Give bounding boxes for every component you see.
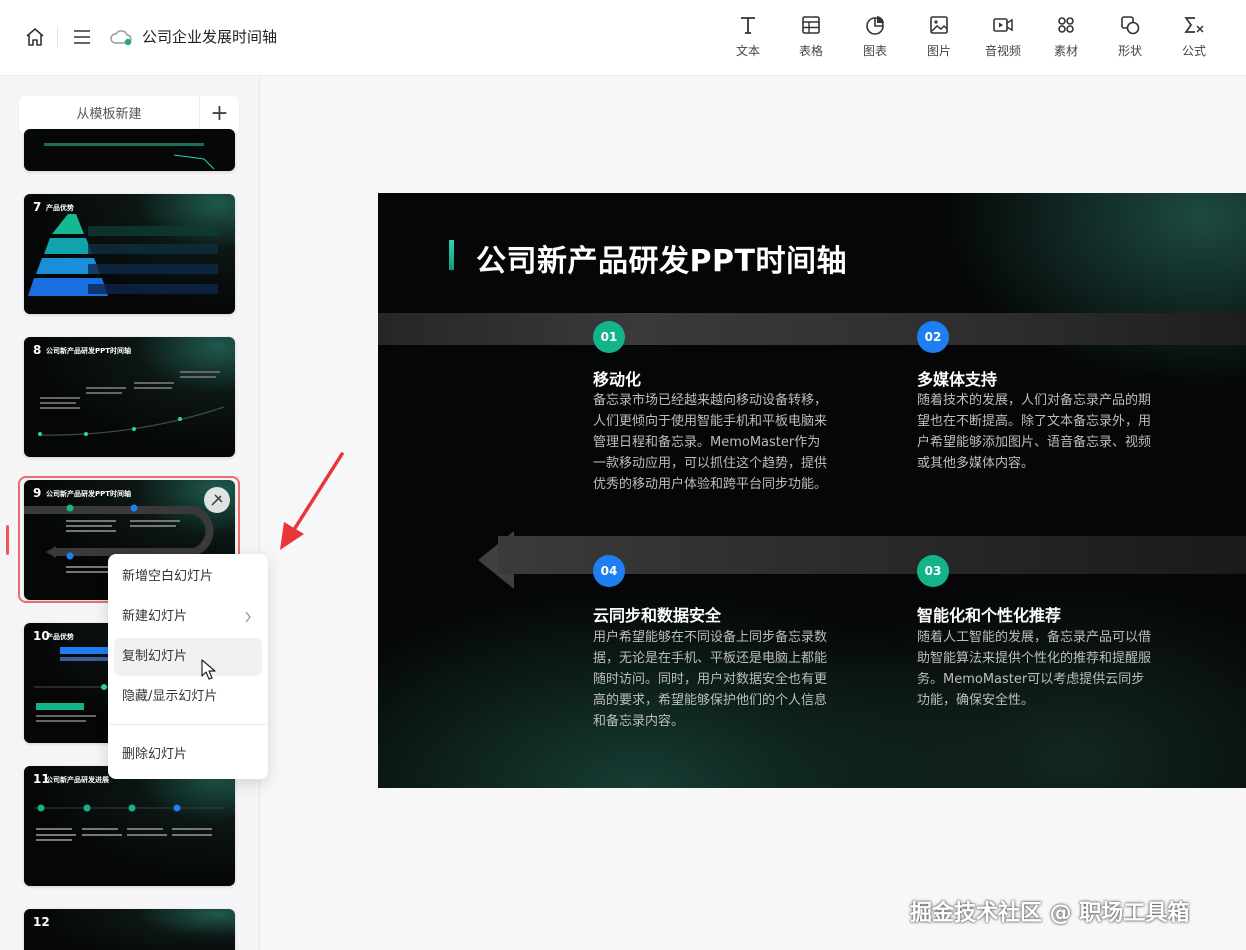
step-heading[interactable]: 移动化: [593, 366, 641, 390]
table-icon: [802, 16, 820, 34]
slide-pin-button[interactable]: [204, 487, 230, 513]
video-icon: [993, 18, 1013, 32]
step-text[interactable]: 用户希望能够在不同设备上同步备忘录数据，无论是在手机、平板还是电脑上都能随时访问…: [593, 627, 833, 732]
menu-divider: [108, 724, 268, 725]
image-icon: [930, 16, 948, 34]
step-badge: 02: [917, 321, 949, 353]
text-icon: [741, 17, 755, 34]
tool-label: 图表: [862, 44, 887, 58]
tool-label: 公式: [1181, 44, 1206, 58]
chart-icon: [866, 16, 884, 35]
timeline-graphic: [34, 804, 224, 841]
timeline-band-top: [378, 313, 1246, 345]
insert-image-button[interactable]: 图片: [915, 14, 963, 59]
slide-thumbnail[interactable]: 7 产品优势: [24, 194, 235, 314]
insert-media-button[interactable]: 音视频: [979, 14, 1027, 59]
step-text[interactable]: 随着人工智能的发展，备忘录产品可以借助智能算法来提供个性化的推荐和提醒服务。Me…: [917, 627, 1157, 711]
formula-icon: [1184, 17, 1204, 33]
slide-context-menu: 新增空白幻灯片 新建幻灯片 复制幻灯片 隐藏/显示幻灯片 删除幻灯片: [108, 554, 268, 779]
menu-item-new-slide[interactable]: 新建幻灯片: [114, 598, 262, 636]
tool-label: 表格: [798, 44, 823, 58]
step-heading[interactable]: 智能化和个性化推荐: [917, 602, 1061, 626]
step-badge: 03: [917, 555, 949, 587]
step-heading[interactable]: 多媒体支持: [917, 366, 997, 390]
slide-thumbnail[interactable]: 12: [24, 909, 235, 950]
slide-number: 12: [33, 915, 50, 929]
step-heading[interactable]: 云同步和数据安全: [593, 602, 721, 626]
tool-label: 文本: [735, 44, 760, 58]
tool-label: 形状: [1117, 44, 1142, 58]
material-icon: [1058, 17, 1074, 33]
step-badge: 01: [593, 321, 625, 353]
thumbnail-graphic: [44, 143, 215, 170]
insert-shape-button[interactable]: 形状: [1106, 14, 1154, 59]
menu-icon[interactable]: [71, 26, 93, 48]
menu-item-label: 新建幻灯片: [122, 609, 188, 624]
document-title[interactable]: 公司企业发展时间轴: [142, 26, 277, 47]
top-toolbar: 公司企业发展时间轴 文本 表格 图表 图片 音视频 素材 形状 公式: [0, 0, 1246, 76]
annotation-arrow: [280, 452, 344, 550]
cloud-saved-icon: [110, 30, 132, 46]
watermark: 掘金技术社区 @ 职场工具箱: [910, 901, 1190, 926]
insert-text-button[interactable]: 文本: [724, 14, 772, 59]
insert-table-button[interactable]: 表格: [787, 14, 835, 59]
pin-icon: [211, 494, 223, 506]
menu-item-duplicate-slide[interactable]: 复制幻灯片: [114, 638, 262, 676]
slide-thumbnail[interactable]: 8 公司新产品研发PPT时间轴: [24, 337, 235, 457]
title-accent-bar: [449, 240, 454, 270]
shape-icon: [1121, 16, 1140, 35]
chevron-right-icon: [245, 611, 251, 623]
home-icon[interactable]: [24, 26, 46, 48]
toolbar-divider: [57, 27, 58, 47]
slide-thumbnail[interactable]: 11 公司新产品研发进展: [24, 766, 235, 886]
pyramid-graphic: [28, 214, 218, 296]
selection-indicator: [6, 525, 9, 555]
menu-item-delete-slide[interactable]: 删除幻灯片: [114, 736, 262, 774]
menu-item-new-blank-slide[interactable]: 新增空白幻灯片: [114, 558, 262, 596]
tool-label: 素材: [1053, 44, 1078, 58]
timeline-graphic: [37, 371, 225, 436]
slide-canvas[interactable]: 公司新产品研发PPT时间轴 01 移动化 备忘录市场已经越来越向移动设备转移，人…: [378, 193, 1246, 788]
step-text[interactable]: 备忘录市场已经越来越向移动设备转移，人们更倾向于使用智能手机和平板电脑来管理日程…: [593, 390, 833, 495]
slide-title[interactable]: 公司新产品研发PPT时间轴: [476, 236, 847, 280]
insert-formula-button[interactable]: 公式: [1170, 14, 1218, 59]
step-badge: 04: [593, 555, 625, 587]
slide-thumbnail[interactable]: [24, 129, 235, 171]
tool-label: 音视频: [984, 44, 1021, 58]
tool-label: 图片: [926, 44, 951, 58]
insert-material-button[interactable]: 素材: [1042, 14, 1090, 59]
menu-item-hide-show-slide[interactable]: 隐藏/显示幻灯片: [114, 678, 262, 716]
mouse-cursor-icon: [201, 659, 216, 680]
step-text[interactable]: 随着技术的发展，人们对备忘录产品的期望也在不断提高。除了文本备忘录外，用户希望能…: [917, 390, 1157, 474]
insert-chart-button[interactable]: 图表: [851, 14, 899, 59]
slide-panel: 从模板新建 + 7 产品优势 8 公司新产品研发PPT时间轴 9 公司新产品研发…: [0, 77, 260, 950]
